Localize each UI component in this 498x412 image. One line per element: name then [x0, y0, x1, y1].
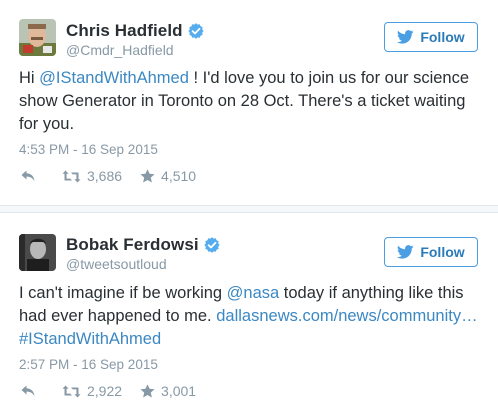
favorite-button[interactable]: 4,510 [140, 168, 196, 184]
reply-button[interactable] [20, 384, 36, 398]
author-row: Bobak Ferdowsi [66, 235, 220, 255]
verified-icon [204, 237, 220, 253]
star-icon [140, 169, 155, 183]
reply-icon [21, 385, 35, 397]
author-handle[interactable]: @tweetsoutloud [66, 256, 167, 272]
tweet-text: Hi @IStandWithAhmed ! I'd love you to jo… [19, 67, 481, 136]
tweet-card: Bobak Ferdowsi @tweetsoutloud Follow I c… [0, 212, 498, 412]
retweet-button[interactable]: 3,686 [62, 168, 122, 184]
retweet-count: 3,686 [87, 168, 123, 184]
hashtag-link[interactable]: #IStandWithAhmed [19, 330, 161, 348]
retweet-icon [62, 170, 81, 182]
verified-icon [188, 23, 204, 39]
reply-button[interactable] [20, 169, 36, 183]
author-name[interactable]: Bobak Ferdowsi [66, 235, 199, 255]
tweet-text: I can't imagine if be working @nasa toda… [19, 282, 481, 351]
favorite-count: 4,510 [161, 168, 197, 184]
tweet-timestamp[interactable]: 2:57 PM - 16 Sep 2015 [19, 357, 158, 372]
tweet-actions: 3,686 4,510 [20, 168, 196, 184]
favorite-button[interactable]: 3,001 [140, 383, 196, 399]
author-name[interactable]: Chris Hadfield [66, 21, 183, 41]
author-row: Chris Hadfield [66, 21, 204, 41]
tweet-separator [0, 205, 498, 212]
favorite-count: 3,001 [161, 383, 197, 399]
mention-link[interactable]: @IStandWithAhmed [39, 69, 189, 87]
avatar[interactable] [19, 19, 56, 56]
tweet-text-segment: Hi [19, 69, 40, 87]
mention-link[interactable]: @nasa [227, 284, 280, 302]
tweet-actions: 2,922 3,001 [20, 383, 196, 399]
follow-button-label: Follow [420, 244, 465, 260]
retweet-icon [62, 385, 81, 397]
tweet-text-segment: I can't imagine if be working [19, 284, 227, 302]
reply-icon [21, 170, 35, 182]
follow-button-label: Follow [420, 29, 465, 45]
star-icon [140, 384, 155, 398]
follow-button[interactable]: Follow [384, 237, 478, 267]
url-link[interactable]: dallasnews.com/news/community… [216, 307, 477, 325]
retweet-button[interactable]: 2,922 [62, 383, 122, 399]
tweet-timestamp[interactable]: 4:53 PM - 16 Sep 2015 [19, 142, 158, 157]
twitter-bird-icon [397, 30, 414, 44]
author-handle[interactable]: @Cmdr_Hadfield [66, 42, 174, 58]
retweet-count: 2,922 [87, 383, 123, 399]
follow-button[interactable]: Follow [384, 22, 478, 52]
twitter-bird-icon [397, 245, 414, 259]
tweet-card: Chris Hadfield @Cmdr_Hadfield Follow Hi … [0, 0, 498, 205]
avatar[interactable] [19, 234, 56, 271]
